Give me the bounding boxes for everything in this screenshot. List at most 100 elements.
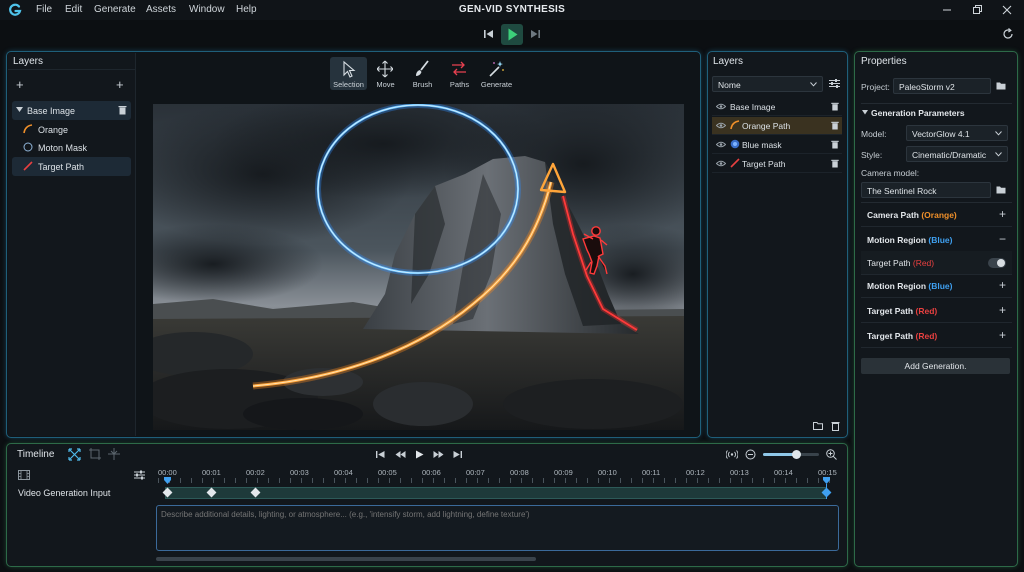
tool-label: Selection <box>333 80 364 89</box>
eye-icon[interactable] <box>716 122 726 129</box>
layer-item-orange[interactable]: Orange <box>12 120 131 139</box>
trash-icon[interactable] <box>831 140 839 149</box>
param-name: Motion Region <box>867 281 927 291</box>
zoom-slider[interactable] <box>763 450 819 459</box>
horizontal-scrollbar[interactable] <box>156 557 536 561</box>
param-tag: (Blue) <box>928 281 953 291</box>
layer-row-blue-mask[interactable]: Blue mask <box>712 136 842 154</box>
style-select[interactable]: Cinematic/Dramatic <box>906 146 1008 162</box>
tool-generate[interactable]: Generate <box>478 57 515 90</box>
eye-icon[interactable] <box>716 103 726 110</box>
tool-label: Brush <box>412 80 433 89</box>
fit-icon[interactable] <box>68 448 81 461</box>
model-select[interactable]: VectorGlow 4.1 <box>906 125 1008 141</box>
layer-row-orange-path[interactable]: Orange Path <box>712 117 842 135</box>
trash-icon[interactable] <box>118 105 127 115</box>
canvas-image[interactable] <box>153 104 684 430</box>
add-generation-button[interactable]: Add Generation. <box>861 358 1010 374</box>
project-field[interactable]: PaleoStorm v2 <box>893 78 991 94</box>
skip-back-icon[interactable] <box>482 27 494 41</box>
eye-icon[interactable] <box>716 141 726 148</box>
playhead-end-icon[interactable] <box>823 477 831 485</box>
tool-brush[interactable]: Brush <box>404 57 441 90</box>
prompt-input[interactable] <box>156 505 839 551</box>
zoom-in-icon[interactable] <box>826 449 837 460</box>
tick-label: 00:02 <box>246 468 265 477</box>
toggle-switch[interactable] <box>988 258 1006 268</box>
film-icon[interactable] <box>18 470 30 480</box>
tool-label: Paths <box>449 80 470 89</box>
skip-forward-icon[interactable] <box>530 27 542 41</box>
paths-icon <box>452 61 466 76</box>
ruler-ticks <box>158 478 838 483</box>
folder-icon[interactable] <box>996 81 1006 90</box>
layer-label: Orange Path <box>742 121 791 131</box>
filter-icon[interactable] <box>829 78 840 89</box>
layers-left-title: Layers <box>13 56 44 67</box>
add-icon[interactable]: + <box>999 207 1006 221</box>
add-icon[interactable]: + <box>999 278 1006 292</box>
folder-icon[interactable] <box>813 421 823 430</box>
settings-sliders-icon[interactable] <box>134 470 145 480</box>
add-icon[interactable]: + <box>999 303 1006 317</box>
fast-forward-icon[interactable] <box>433 450 444 459</box>
add-layer-icon[interactable]: + <box>16 77 24 92</box>
timeline-title: Timeline <box>17 449 55 460</box>
snap-icon[interactable] <box>108 448 120 460</box>
timeline-skip-forward-icon[interactable] <box>453 450 462 459</box>
camera-model-field[interactable]: The Sentinel Rock <box>861 182 991 198</box>
magic-wand-icon <box>489 61 504 77</box>
tick-label: 00:01 <box>202 468 221 477</box>
minimize-icon[interactable] <box>940 3 954 17</box>
triangle-down-icon[interactable] <box>862 110 868 115</box>
add-icon[interactable]: + <box>999 328 1006 342</box>
brush-icon <box>416 60 429 76</box>
close-icon[interactable] <box>1000 3 1014 17</box>
param-tag: (Red) <box>912 258 935 268</box>
zoom-out-icon[interactable] <box>745 449 756 460</box>
param-tag: (Orange) <box>921 210 957 220</box>
folder-icon[interactable] <box>996 185 1006 194</box>
playhead-start-icon[interactable] <box>164 477 172 485</box>
refresh-icon[interactable] <box>1001 27 1015 41</box>
layer-item-base-image[interactable]: Base Image <box>12 101 131 120</box>
add-group-icon[interactable]: + <box>116 77 124 92</box>
trash-icon[interactable] <box>831 159 839 168</box>
camera-model-value: The Sentinel Rock <box>867 186 937 196</box>
project-label: Project: <box>861 82 890 92</box>
param-target-path-3[interactable]: Target Path (Red) + <box>861 324 1012 348</box>
layer-label: Base Image <box>730 102 776 112</box>
layer-label: Blue mask <box>742 140 782 150</box>
param-camera-path[interactable]: Camera Path (Orange) + <box>861 203 1012 227</box>
tool-selection[interactable]: Selection <box>330 57 367 90</box>
play-button[interactable] <box>501 24 523 45</box>
crop-icon[interactable] <box>89 448 101 460</box>
timeline-play-icon[interactable] <box>415 450 424 459</box>
video-track-bar[interactable] <box>165 487 827 499</box>
timeline-skip-back-icon[interactable] <box>376 450 385 459</box>
layer-item-motion-mask[interactable]: Moton Mask <box>12 138 131 157</box>
param-motion-region-2[interactable]: Motion Region (Blue) + <box>861 274 1012 298</box>
tool-move[interactable]: Move <box>367 57 404 90</box>
trash-icon[interactable] <box>831 121 839 130</box>
trash-icon[interactable] <box>831 102 839 111</box>
tick-label: 00:00 <box>158 468 177 477</box>
eye-icon[interactable] <box>716 160 726 167</box>
tick-label: 00:12 <box>686 468 705 477</box>
param-target-path-toggle[interactable]: Target Path (Red) <box>861 251 1012 275</box>
blend-mode-select[interactable]: Nome <box>712 76 823 92</box>
orange-path-icon <box>23 124 33 134</box>
param-motion-region[interactable]: Motion Region (Blue) − <box>861 228 1012 252</box>
layer-row-target-path[interactable]: Target Path <box>712 155 842 173</box>
collapse-icon[interactable]: − <box>999 232 1006 246</box>
param-target-path-2[interactable]: Target Path (Red) + <box>861 299 1012 323</box>
broadcast-icon[interactable] <box>726 449 738 460</box>
rewind-icon[interactable] <box>395 450 406 459</box>
restore-icon[interactable] <box>970 3 984 17</box>
track-label: Video Generation Input <box>18 488 111 498</box>
layer-item-target-path[interactable]: Target Path <box>12 157 131 176</box>
tool-paths[interactable]: Paths <box>441 57 478 90</box>
triangle-down-icon <box>16 107 23 113</box>
trash-icon[interactable] <box>831 421 840 431</box>
layer-row-base-image[interactable]: Base Image <box>712 98 842 116</box>
